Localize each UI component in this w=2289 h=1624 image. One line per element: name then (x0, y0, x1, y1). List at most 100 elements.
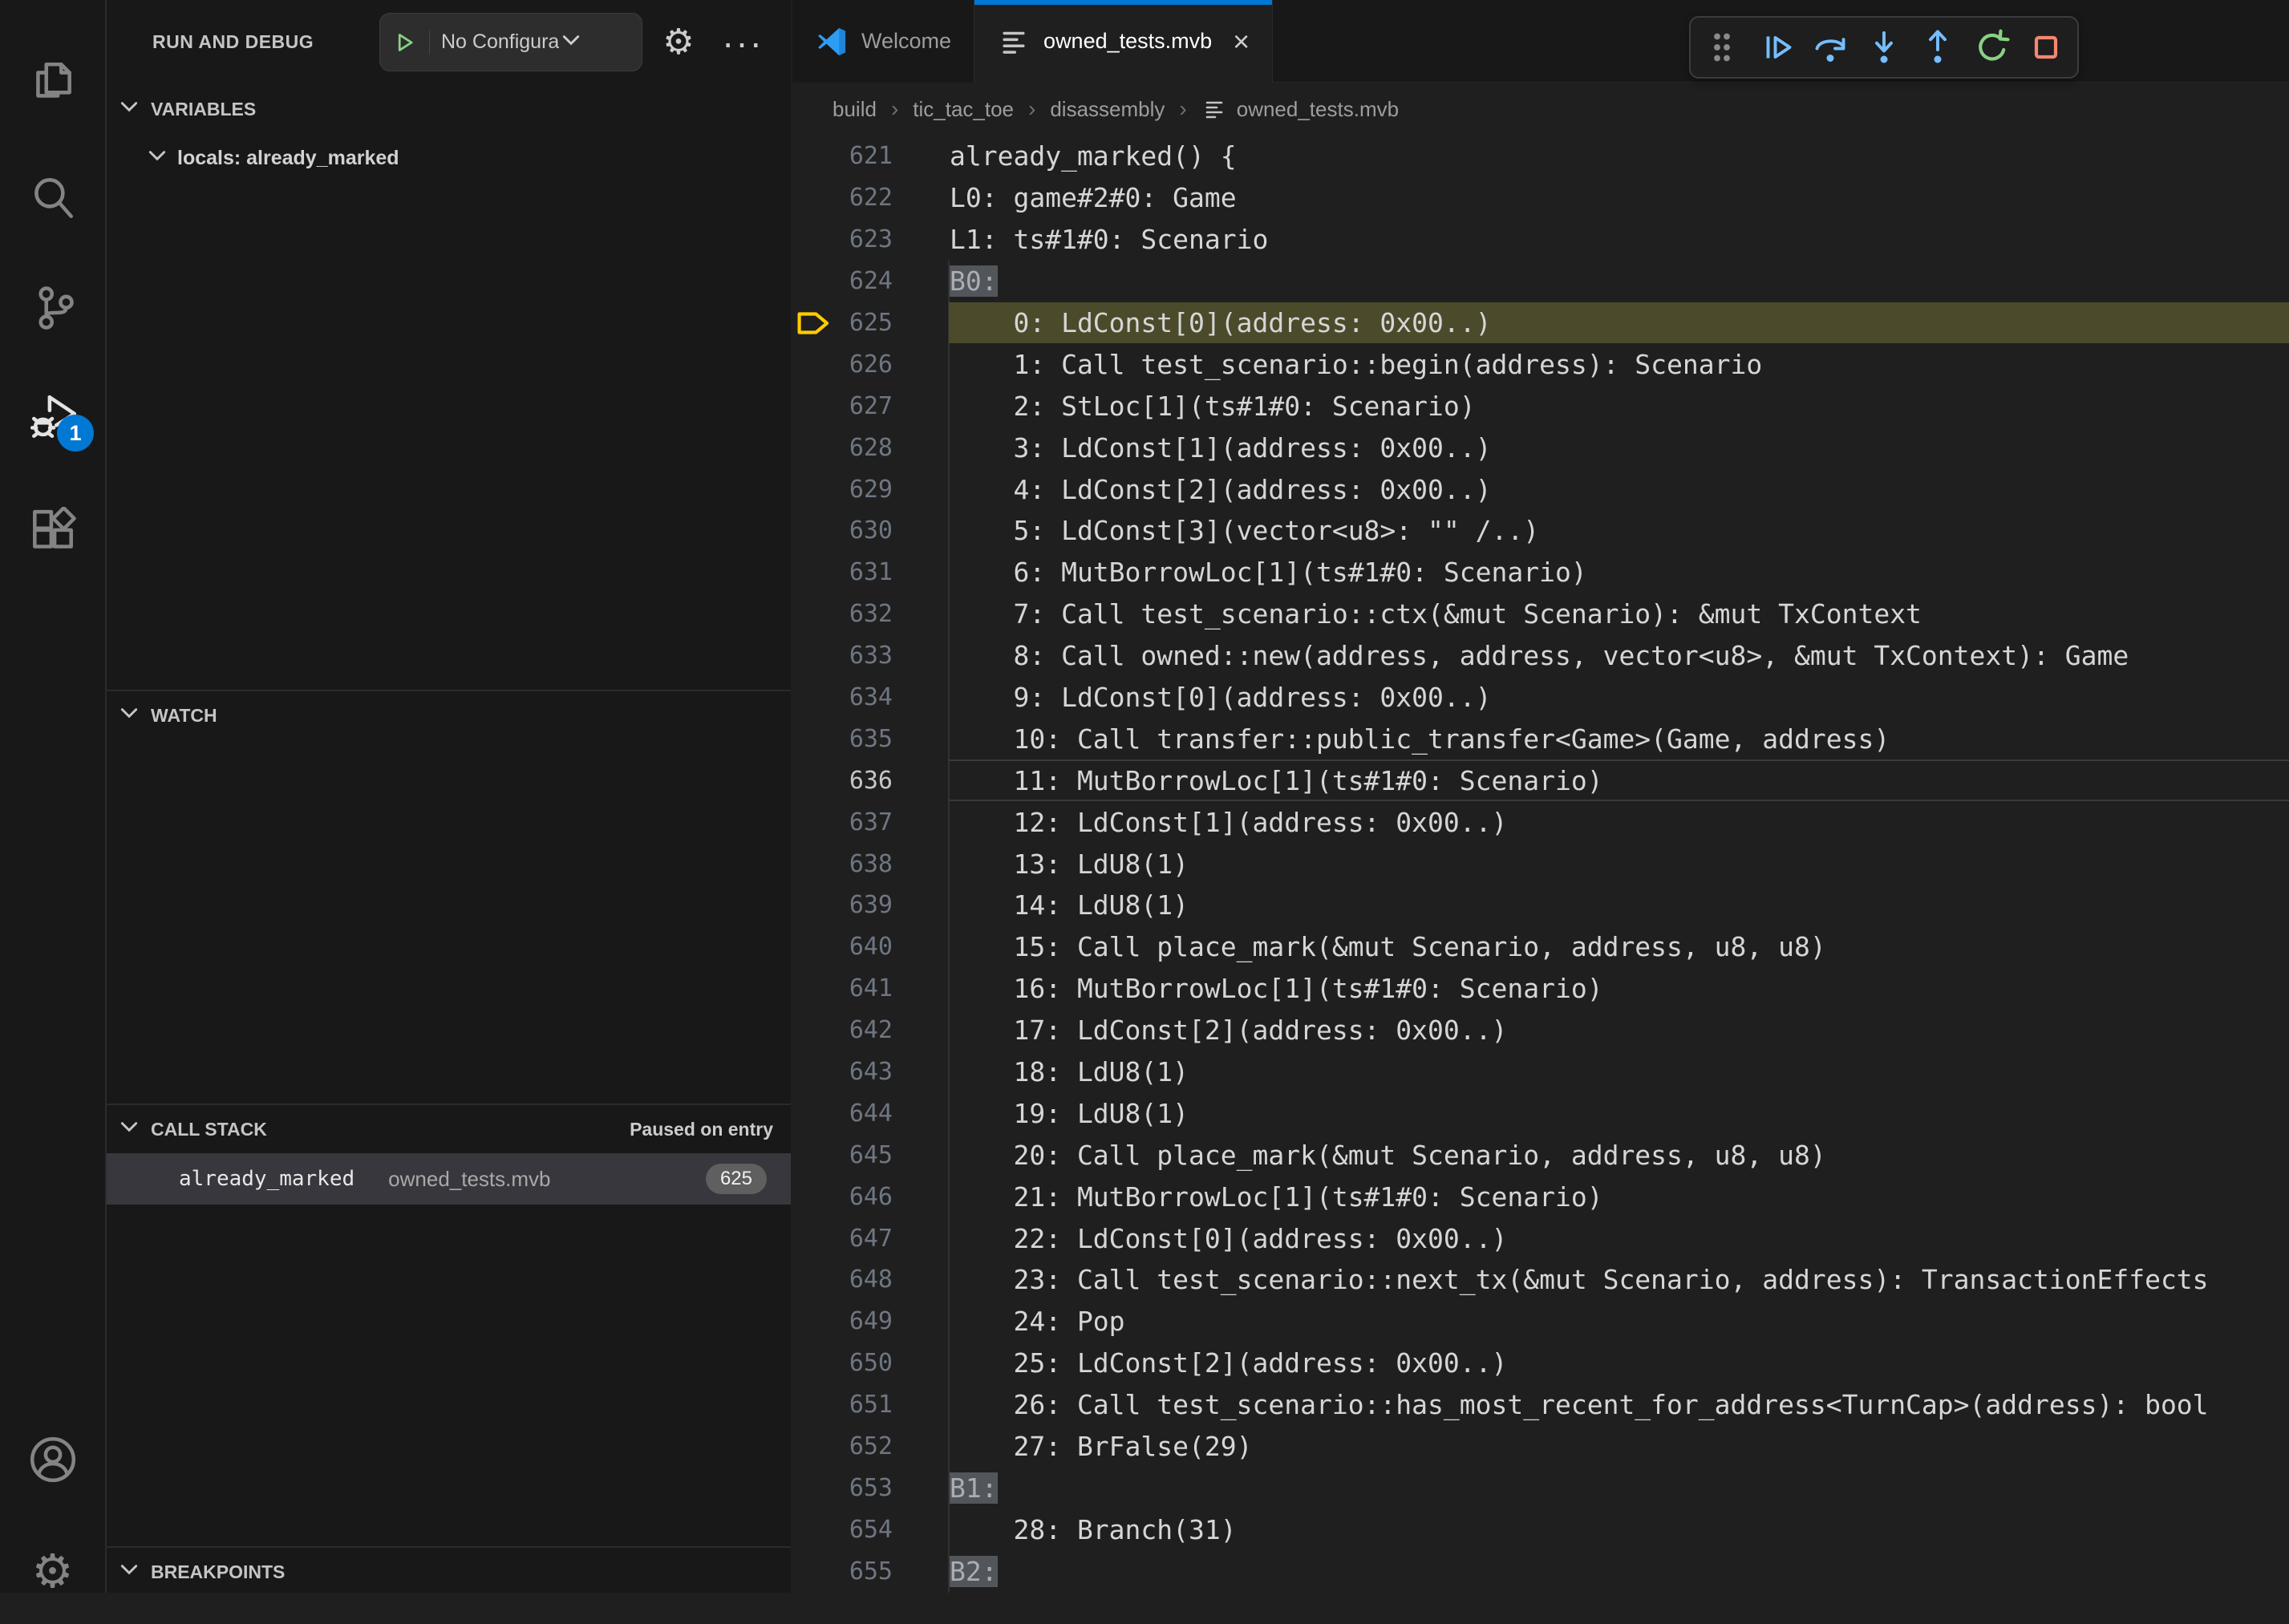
breakpoints-section-header[interactable]: BREAKPOINTS (107, 1546, 791, 1596)
breadcrumb-item-disassembly[interactable]: disassembly (1050, 97, 1165, 122)
code-line-650[interactable]: 650 25: LdConst[2](address: 0x00..) (792, 1343, 2289, 1384)
code-line-641[interactable]: 641 16: MutBorrowLoc[1](ts#1#0: Scenario… (792, 968, 2289, 1010)
code-line-654[interactable]: 654 28: Branch(31) (792, 1509, 2289, 1550)
close-icon[interactable]: × (1233, 27, 1250, 56)
gutter[interactable] (792, 177, 837, 219)
run-debug-icon[interactable]: 1 (0, 365, 105, 469)
code-line-652[interactable]: 652 27: BrFalse(29) (792, 1426, 2289, 1468)
gutter[interactable] (792, 510, 837, 552)
call-stack-frame-row[interactable]: already_marked owned_tests.mvb 625 (107, 1153, 791, 1205)
code-line-631[interactable]: 631 6: MutBorrowLoc[1](ts#1#0: Scenario) (792, 552, 2289, 593)
search-icon[interactable] (0, 146, 105, 250)
step-over-icon[interactable] (1808, 25, 1853, 70)
code-line-653[interactable]: 653B1: (792, 1468, 2289, 1509)
breadcrumb-item-build[interactable]: build (833, 97, 877, 122)
code-line-626[interactable]: 626 1: Call test_scenario::begin(address… (792, 343, 2289, 385)
code-line-635[interactable]: 635 10: Call transfer::public_transfer<G… (792, 718, 2289, 759)
breadcrumb-item-owned-tests-mvb[interactable]: owned_tests.mvb (1201, 96, 1399, 122)
gutter[interactable] (792, 1301, 837, 1343)
gutter[interactable] (792, 885, 837, 926)
gutter[interactable] (792, 385, 837, 427)
debug-current-line-icon[interactable] (792, 302, 837, 344)
account-icon[interactable] (0, 1407, 105, 1512)
variables-locals-scope[interactable]: locals: already_marked (107, 135, 791, 181)
gutter[interactable] (792, 343, 837, 385)
code-line-625[interactable]: 625 0: LdConst[0](address: 0x00..) (792, 302, 2289, 344)
code-line-640[interactable]: 640 15: Call place_mark(&mut Scenario, a… (792, 926, 2289, 968)
code-line-630[interactable]: 630 5: LdConst[3](vector<u8>: "" /..) (792, 510, 2289, 552)
code-line-651[interactable]: 651 26: Call test_scenario::has_most_rec… (792, 1384, 2289, 1426)
gutter[interactable] (792, 1217, 837, 1259)
drag-grip-icon[interactable] (1700, 25, 1744, 70)
gutter[interactable] (792, 1509, 837, 1550)
code-line-645[interactable]: 645 20: Call place_mark(&mut Scenario, a… (792, 1134, 2289, 1176)
code-line-624[interactable]: 624B0: (792, 261, 2289, 302)
gutter[interactable] (792, 843, 837, 885)
gutter[interactable] (792, 468, 837, 510)
gutter[interactable] (792, 1384, 837, 1426)
gutter[interactable] (792, 1426, 837, 1468)
tab-welcome[interactable]: Welcome (792, 0, 974, 83)
gutter[interactable] (792, 1343, 837, 1384)
gutter[interactable] (792, 261, 837, 302)
files-icon[interactable] (0, 32, 105, 136)
gutter[interactable] (792, 1468, 837, 1509)
code-line-632[interactable]: 632 7: Call test_scenario::ctx(&mut Scen… (792, 593, 2289, 635)
code-line-647[interactable]: 647 22: LdConst[0](address: 0x00..) (792, 1217, 2289, 1259)
code-line-655[interactable]: 655B2: (792, 1550, 2289, 1592)
variables-section-header[interactable]: VARIABLES (107, 84, 791, 134)
code-line-623[interactable]: 623L1: ts#1#0: Scenario (792, 219, 2289, 261)
debug-settings-gear-icon[interactable]: ⚙ (652, 0, 705, 84)
gutter[interactable] (792, 1259, 837, 1301)
gutter[interactable] (792, 1051, 837, 1093)
gutter[interactable] (792, 219, 837, 261)
code-line-628[interactable]: 628 3: LdConst[1](address: 0x00..) (792, 427, 2289, 468)
gutter[interactable] (792, 136, 837, 177)
watch-section-header[interactable]: WATCH (107, 690, 791, 739)
call-stack-section-header[interactable]: CALL STACK Paused on entry (107, 1104, 791, 1153)
code-line-636[interactable]: 636 11: MutBorrowLoc[1](ts#1#0: Scenario… (792, 759, 2289, 801)
code-line-643[interactable]: 643 18: LdU8(1) (792, 1051, 2289, 1093)
gutter[interactable] (792, 1176, 837, 1217)
debug-configuration-dropdown[interactable]: No Configura (379, 13, 642, 71)
start-debug-icon[interactable] (380, 30, 430, 55)
restart-icon[interactable] (1970, 25, 2015, 70)
more-actions-icon[interactable]: ··· (716, 0, 769, 84)
gutter[interactable] (792, 1092, 837, 1134)
gutter[interactable] (792, 1134, 837, 1176)
code-line-637[interactable]: 637 12: LdConst[1](address: 0x00..) (792, 801, 2289, 843)
code-line-629[interactable]: 629 4: LdConst[2](address: 0x00..) (792, 468, 2289, 510)
settings-gear-icon[interactable]: ⚙ (0, 1520, 105, 1624)
gutter[interactable] (792, 968, 837, 1010)
gutter[interactable] (792, 759, 837, 801)
gutter[interactable] (792, 427, 837, 468)
gutter[interactable] (792, 635, 837, 677)
breadcrumb-item-tic-tac-toe[interactable]: tic_tac_toe (913, 97, 1014, 122)
code-line-649[interactable]: 649 24: Pop (792, 1301, 2289, 1343)
code-line-639[interactable]: 639 14: LdU8(1) (792, 885, 2289, 926)
code-line-642[interactable]: 642 17: LdConst[2](address: 0x00..) (792, 1010, 2289, 1051)
gutter[interactable] (792, 1550, 837, 1592)
step-into-icon[interactable] (1862, 25, 1906, 70)
gutter[interactable] (792, 801, 837, 843)
gutter[interactable] (792, 718, 837, 759)
extensions-icon[interactable] (0, 481, 105, 585)
tab-owned-tests-mvb[interactable]: owned_tests.mvb× (974, 0, 1273, 83)
continue-icon[interactable] (1754, 25, 1799, 70)
source-control-icon[interactable] (0, 255, 105, 359)
code-line-634[interactable]: 634 9: LdConst[0](address: 0x00..) (792, 677, 2289, 719)
stop-icon[interactable] (2024, 25, 2068, 70)
code-line-622[interactable]: 622L0: game#2#0: Game (792, 177, 2289, 219)
step-out-icon[interactable] (1915, 25, 1960, 70)
gutter[interactable] (792, 677, 837, 719)
gutter[interactable] (792, 1010, 837, 1051)
code-line-646[interactable]: 646 21: MutBorrowLoc[1](ts#1#0: Scenario… (792, 1176, 2289, 1217)
code-line-638[interactable]: 638 13: LdU8(1) (792, 843, 2289, 885)
code-editor[interactable]: 621already_marked() {622L0: game#2#0: Ga… (792, 136, 2289, 1593)
code-line-633[interactable]: 633 8: Call owned::new(address, address,… (792, 635, 2289, 677)
code-line-648[interactable]: 648 23: Call test_scenario::next_tx(&mut… (792, 1259, 2289, 1301)
gutter[interactable] (792, 926, 837, 968)
code-line-621[interactable]: 621already_marked() { (792, 136, 2289, 177)
gutter[interactable] (792, 552, 837, 593)
code-line-644[interactable]: 644 19: LdU8(1) (792, 1092, 2289, 1134)
